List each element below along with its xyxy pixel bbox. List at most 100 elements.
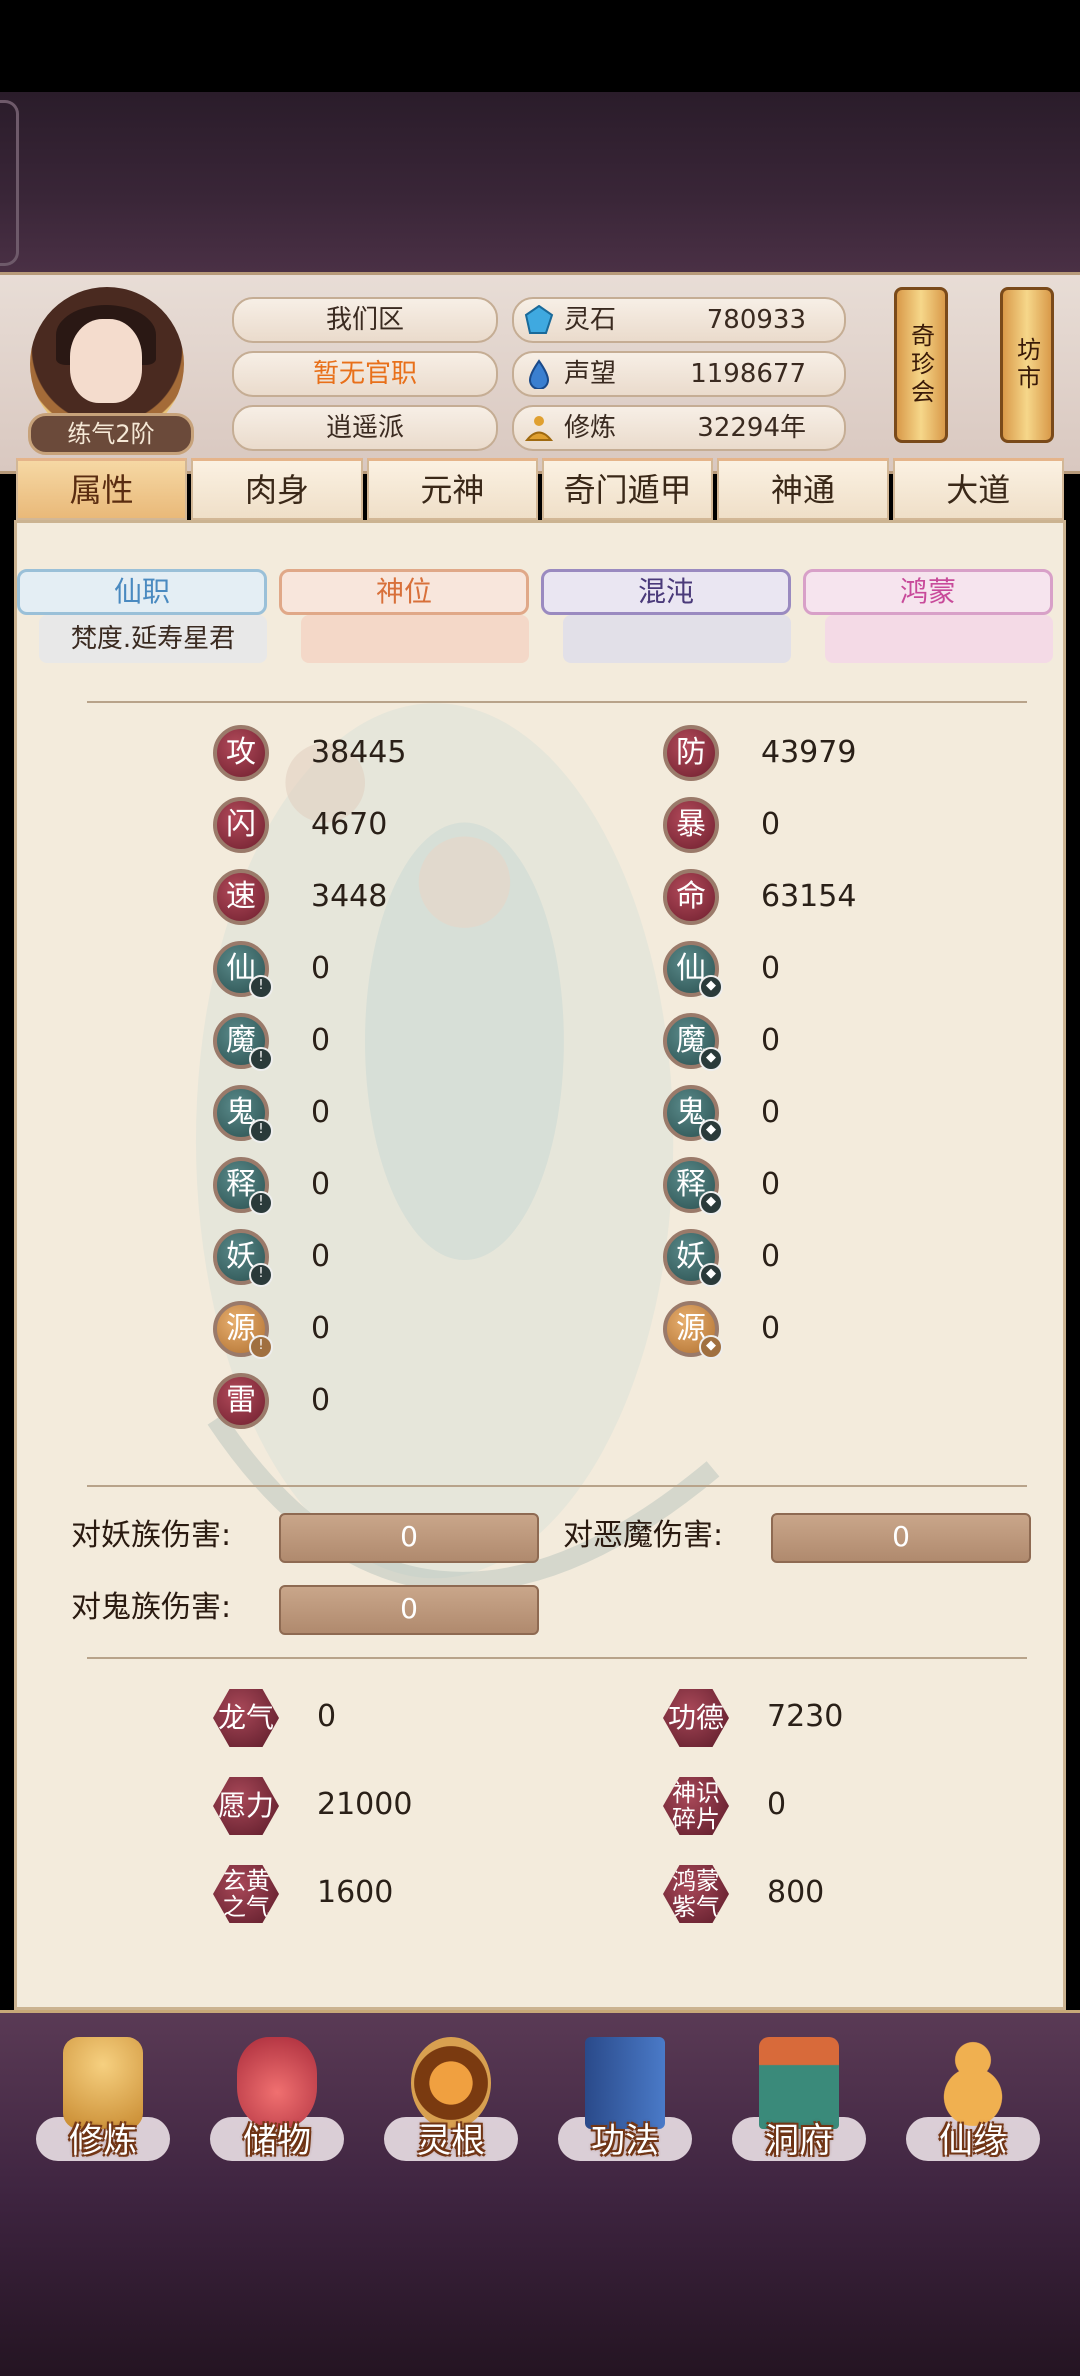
rank-label: 仙职	[113, 575, 170, 608]
monster-attack-value: 0	[311, 1239, 331, 1274]
resource-xiulian[interactable]: 修炼 32294年	[512, 405, 846, 451]
rank-hongmeng[interactable]: 鸿蒙	[803, 569, 1053, 615]
official-post[interactable]: 暂无官职	[232, 351, 498, 397]
shortcut-qizhenhui[interactable]: 奇珍会	[894, 287, 948, 443]
exclamation-icon: !	[249, 1263, 273, 1287]
buddha-defense-icon: 释 ◆	[663, 1157, 723, 1215]
divider	[87, 701, 1027, 703]
bottom-nav: 修炼 储物 灵根 功法 洞府 仙缘	[0, 2010, 1080, 2202]
willpower-value: 21000	[317, 1787, 413, 1822]
gourd-icon	[933, 2037, 1013, 2129]
hongmeng-qi-value: 800	[767, 1875, 825, 1910]
attack-value: 38445	[311, 735, 407, 770]
shield-badge-icon: ◆	[699, 975, 723, 999]
xuanhuang-qi-icon: 玄黄 之气	[213, 1865, 279, 1923]
bottom-banner	[0, 2196, 1080, 2376]
tab-bar: 属性 肉身 元神 奇门遁甲 神通 大道	[14, 458, 1066, 520]
hongmeng-qi-icon: 鸿蒙 紫气	[663, 1865, 729, 1923]
cave-icon	[759, 2037, 839, 2129]
book-icon	[585, 2037, 665, 2129]
resource-value: 780933	[706, 305, 806, 335]
server-name: 我们区	[232, 297, 498, 343]
shield-badge-icon: ◆	[699, 1119, 723, 1143]
side-drawer-handle[interactable]	[0, 100, 19, 266]
exclamation-icon: !	[249, 1047, 273, 1071]
rank-shenwei[interactable]: 神位	[279, 569, 529, 615]
background-illustration	[195, 703, 720, 1592]
nav-spirit-root[interactable]: 灵根	[376, 2027, 526, 2197]
avatar-face	[70, 319, 142, 403]
player-header: 练气2阶 我们区 暂无官职 逍遥派 灵石 780933 声望 1198677 修…	[0, 272, 1080, 474]
resource-shengwang[interactable]: 声望 1198677	[512, 351, 846, 397]
hp-icon: 命	[663, 869, 719, 925]
tab-dadao[interactable]: 大道	[892, 458, 1064, 520]
rank-hundun[interactable]: 混沌	[541, 569, 791, 615]
tab-soul[interactable]: 元神	[366, 458, 538, 520]
thunder-value: 0	[311, 1383, 331, 1418]
cultivate-icon	[63, 2037, 143, 2129]
level-badge: 练气2阶	[28, 413, 194, 455]
demon-attack-icon: 魔!	[213, 1013, 273, 1071]
damage-vs-ghost-label: 对鬼族伤害:	[71, 1590, 232, 1625]
shortcut-fangshi[interactable]: 坊市	[1000, 287, 1054, 443]
nav-label: 修炼	[69, 2121, 137, 2161]
nav-label: 功法	[591, 2121, 659, 2161]
top-banner	[0, 92, 1080, 272]
defense-icon: 防	[663, 725, 719, 781]
resource-value: 1198677	[690, 359, 806, 389]
monster-defense-value: 0	[761, 1239, 781, 1274]
drop-icon	[528, 359, 550, 389]
tab-qimen[interactable]: 奇门遁甲	[541, 458, 714, 520]
dragon-qi-value: 0	[317, 1699, 337, 1734]
willpower-icon: 愿力	[213, 1777, 279, 1835]
origin-attack-value: 0	[311, 1311, 331, 1346]
merit-value: 7230	[767, 1699, 844, 1734]
nav-techniques[interactable]: 功法	[550, 2027, 700, 2197]
origin-attack-icon: 源!	[213, 1301, 273, 1359]
buddha-attack-value: 0	[311, 1167, 331, 1202]
resource-name: 灵石	[564, 305, 617, 335]
dodge-icon: 闪	[213, 797, 269, 853]
hp-value: 63154	[761, 879, 857, 914]
exclamation-icon: !	[249, 1335, 273, 1359]
dragon-qi-icon: 龙气	[213, 1689, 279, 1747]
resource-name: 声望	[564, 359, 617, 389]
immortal-defense-icon: 仙 ◆	[663, 941, 723, 999]
resource-name: 修炼	[564, 413, 617, 443]
exclamation-icon: !	[249, 1191, 273, 1215]
nav-fate[interactable]: 仙缘	[898, 2027, 1048, 2197]
buddha-defense-value: 0	[761, 1167, 781, 1202]
nav-cultivate[interactable]: 修炼	[28, 2027, 178, 2197]
meditation-icon	[524, 416, 554, 441]
ghost-defense-icon: 鬼 ◆	[663, 1085, 723, 1143]
resource-lingshi[interactable]: 灵石 780933	[512, 297, 846, 343]
ghost-attack-value: 0	[311, 1095, 331, 1130]
rank-label: 鸿蒙	[899, 575, 956, 608]
rank-xianzhi[interactable]: 仙职	[17, 569, 267, 615]
crit-icon: 暴	[663, 797, 719, 853]
shield-badge-icon: ◆	[699, 1263, 723, 1287]
monster-defense-icon: 妖 ◆	[663, 1229, 723, 1287]
rank-label: 混沌	[637, 575, 694, 608]
shield-badge-icon: ◆	[699, 1191, 723, 1215]
nav-label: 仙缘	[939, 2121, 1007, 2161]
damage-vs-ghost-value: 0	[279, 1585, 539, 1635]
demon-defense-value: 0	[761, 1023, 781, 1058]
nav-cave[interactable]: 洞府	[724, 2027, 874, 2197]
crystal-icon	[524, 305, 554, 334]
rank-label: 神位	[375, 575, 432, 608]
tab-attributes[interactable]: 属性	[16, 458, 188, 520]
attributes-panel: 仙职 神位 混沌 鸿蒙 梵度.延寿星君 攻 38445 闪 4670 速 344…	[14, 520, 1066, 2010]
divider	[87, 1485, 1027, 1487]
status-bar	[0, 0, 1080, 92]
nav-storage[interactable]: 储物	[202, 2027, 352, 2197]
origin-defense-icon: 源 ◆	[663, 1301, 723, 1359]
tab-body[interactable]: 肉身	[191, 458, 363, 520]
attack-icon: 攻	[213, 725, 269, 781]
immortal-defense-value: 0	[761, 951, 781, 986]
rank-xianzhi-value: 梵度.延寿星君	[39, 615, 267, 663]
crit-value: 0	[761, 807, 781, 842]
damage-vs-monster-label: 对妖族伤害:	[71, 1518, 232, 1553]
sect-name[interactable]: 逍遥派	[232, 405, 498, 451]
tab-shentong[interactable]: 神通	[717, 458, 889, 520]
